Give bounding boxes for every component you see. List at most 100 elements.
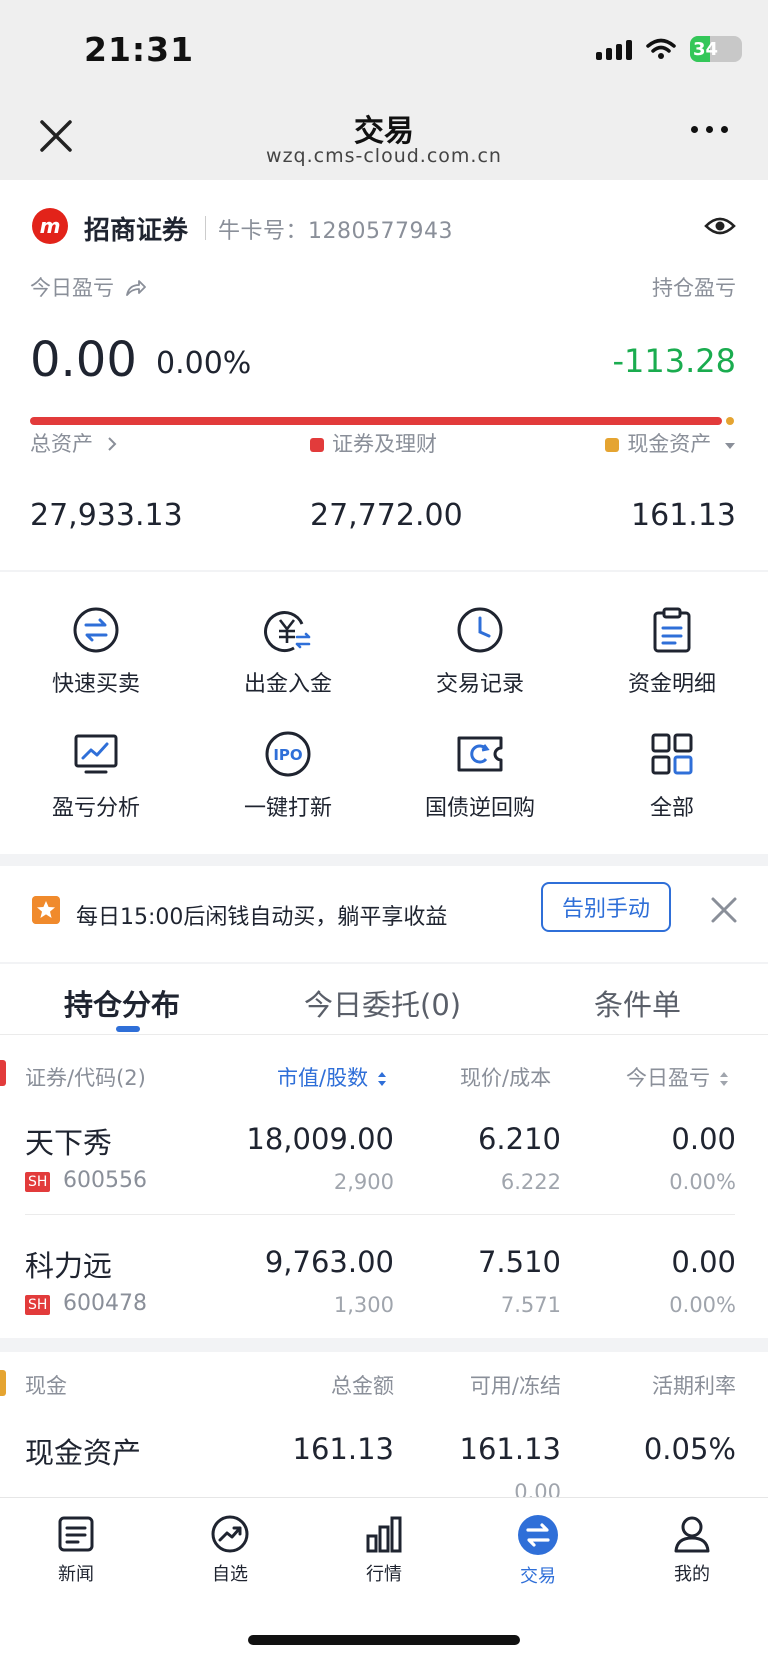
total-assets-link[interactable]: 总资产: [30, 428, 118, 458]
share-count: 2,900: [333, 1170, 394, 1194]
ticket-icon: [457, 736, 503, 772]
close-icon[interactable]: [710, 896, 738, 924]
quick-trade-history[interactable]: 交易记录: [384, 606, 576, 698]
holding-pl-value: -113.28: [612, 342, 736, 380]
ipo-icon: IPO: [265, 731, 311, 777]
broker-name: 招商证券: [84, 216, 189, 246]
cash-header-available: 可用/冻结: [469, 1374, 561, 1398]
stock-name: 科力远: [25, 1249, 113, 1283]
grid-icon: [651, 733, 693, 775]
nav-trade[interactable]: 交易: [488, 1514, 588, 1588]
battery-level: 34: [693, 38, 719, 60]
divider: [0, 1034, 768, 1035]
col-header-price: 现价/成本: [460, 1066, 552, 1090]
more-icon[interactable]: [691, 126, 728, 133]
cash-rate: 0.05%: [643, 1432, 736, 1466]
col-header-today-pl[interactable]: 今日盈亏: [626, 1062, 729, 1092]
market-value: 9,763.00: [264, 1245, 394, 1279]
table-row[interactable]: 科力远 SH 600478 9,763.00 1,300 7.510 7.571…: [0, 1237, 768, 1357]
cash-available: 161.13: [459, 1432, 561, 1466]
page-url: wzq.cms-cloud.com.cn: [266, 145, 502, 167]
eye-icon[interactable]: [704, 214, 736, 238]
legend-dot-red: [310, 438, 324, 452]
securities-value: 27,772.00: [310, 498, 463, 533]
securities-marker: [0, 1060, 6, 1086]
promo-banner: 每日15:00后闲钱自动买，躺平享收益 告别手动: [0, 866, 768, 962]
nav-market[interactable]: 行情: [334, 1514, 434, 1586]
col-header-name: 证券/代码(2): [25, 1066, 146, 1090]
stock-name: 天下秀: [25, 1126, 113, 1160]
nav-profile[interactable]: 我的: [642, 1514, 742, 1586]
quick-all[interactable]: 全部: [576, 730, 768, 822]
market-value: 18,009.00: [246, 1122, 394, 1156]
today-pl-value: 0.00: [30, 332, 137, 388]
tab-today-orders[interactable]: 今日委托(0): [304, 982, 461, 1024]
current-price: 6.210: [477, 1122, 561, 1156]
account-card: m 招商证券 牛卡号：1280577943 今日盈亏 持仓盈亏 0.00 0.0…: [0, 180, 768, 570]
bars-icon: [366, 1516, 402, 1553]
quick-ipo-subscribe[interactable]: IPO 一键打新: [192, 730, 384, 822]
col-header-market-value[interactable]: 市值/股数: [277, 1062, 387, 1092]
quick-actions: 快速买卖 出金入金 交易记录 资金明细 盈亏分析 IPO 一键打新 国债逆回购 …: [0, 572, 768, 854]
holdings-section: 持仓分布 今日委托(0) 条件单 证券/代码(2) 市值/股数 现价/成本 今日…: [0, 964, 768, 1338]
user-icon: [674, 1516, 710, 1553]
svg-text:IPO: IPO: [273, 746, 302, 764]
securities-label: 证券及理财: [310, 428, 437, 458]
today-pl: 0.00: [671, 1245, 736, 1279]
table-row[interactable]: 现金资产 161.13 161.13 0.00 0.05%: [0, 1424, 768, 1502]
table-row[interactable]: 天下秀 SH 600556 18,009.00 2,900 6.210 6.22…: [0, 1114, 768, 1234]
broker-logo-icon: m: [32, 208, 68, 244]
current-price: 7.510: [477, 1245, 561, 1279]
status-time: 21:31: [84, 30, 195, 69]
trend-icon: [211, 1515, 249, 1553]
battery-icon: 34: [690, 36, 742, 62]
divider: [205, 216, 206, 240]
asset-split-bar: [30, 417, 722, 425]
cost-price: 6.222: [500, 1170, 561, 1194]
quick-transfer[interactable]: 出金入金: [192, 606, 384, 698]
exchange-icon: [518, 1515, 558, 1555]
quick-pl-analysis[interactable]: 盈亏分析: [0, 730, 192, 822]
quick-reverse-repo[interactable]: 国债逆回购: [384, 730, 576, 822]
cash-section: 现金 总金额 可用/冻结 活期利率 现金资产 161.13 161.13 0.0…: [0, 1352, 768, 1502]
market-tag: SH: [25, 1295, 51, 1315]
sort-icon: [719, 1072, 728, 1086]
bottom-nav: 新闻 自选 行情 交易 我的: [0, 1497, 768, 1663]
browser-header: 21:31 34 交易 wzq.cms-cloud.com.cn: [0, 0, 768, 180]
quick-buy-sell[interactable]: 快速买卖: [0, 606, 192, 698]
clipboard-icon: [653, 607, 691, 653]
cash-header-name: 现金: [25, 1374, 67, 1398]
total-assets-value: 27,933.13: [30, 498, 183, 533]
cash-assets-dropdown[interactable]: 现金资产: [605, 428, 736, 458]
cash-header-rate: 活期利率: [652, 1374, 736, 1398]
cost-price: 7.571: [500, 1293, 561, 1317]
share-icon[interactable]: [125, 279, 147, 297]
divider: [25, 1214, 735, 1215]
banner-action-button[interactable]: 告别手动: [541, 882, 671, 932]
tab-conditional-orders[interactable]: 条件单: [594, 982, 681, 1024]
quick-fund-detail[interactable]: 资金明细: [576, 606, 768, 698]
clock-icon: [457, 607, 503, 653]
today-pl-percent: 0.00%: [156, 346, 252, 381]
holding-pl-label: 持仓盈亏: [652, 276, 736, 300]
today-pl-label: 今日盈亏: [30, 272, 147, 302]
stock-code: 600478: [63, 1291, 147, 1316]
cash-row-name: 现金资产: [25, 1436, 142, 1470]
news-icon: [58, 1516, 94, 1552]
status-icons: 34: [596, 36, 742, 62]
tab-positions[interactable]: 持仓分布: [64, 982, 180, 1024]
nav-watchlist[interactable]: 自选: [180, 1514, 280, 1586]
today-pl-percent: 0.00%: [669, 1293, 736, 1317]
cash-assets-value: 161.13: [631, 498, 736, 533]
home-indicator: [248, 1635, 520, 1645]
tab-indicator: [116, 1026, 140, 1032]
share-count: 1,300: [333, 1293, 394, 1317]
nav-news[interactable]: 新闻: [26, 1514, 126, 1586]
today-pl-percent: 0.00%: [669, 1170, 736, 1194]
sort-icon: [377, 1072, 386, 1086]
swap-icon: [73, 607, 119, 653]
legend-dot-gold: [605, 438, 620, 452]
chevron-right-icon: [107, 437, 117, 451]
today-pl: 0.00: [671, 1122, 736, 1156]
star-icon: [32, 896, 60, 924]
